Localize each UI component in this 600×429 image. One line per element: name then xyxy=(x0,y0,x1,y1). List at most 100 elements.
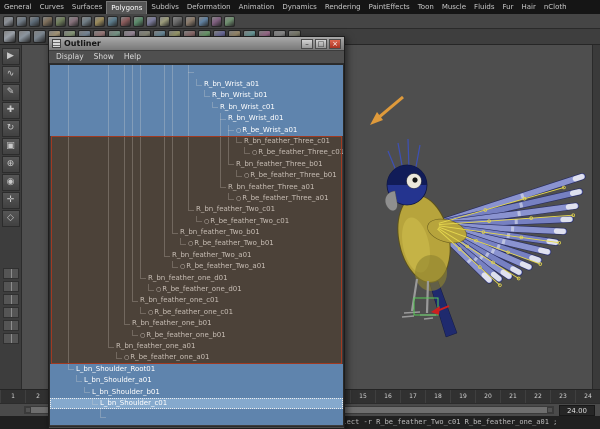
outliner-row[interactable]: L_bn_Shoulder_Root01 xyxy=(50,363,343,376)
outliner-row[interactable]: R_bn_feather_one_b01 xyxy=(50,318,343,330)
outliner-row[interactable]: ○R_be_feather_one_d01 xyxy=(50,284,343,296)
shelf-icon[interactable] xyxy=(33,30,46,43)
layout-outliner-persp[interactable] xyxy=(2,333,19,344)
layout-two-pane-stacked[interactable] xyxy=(2,307,19,318)
menu-animation[interactable]: Animation xyxy=(235,0,279,14)
menu-hair[interactable]: Hair xyxy=(517,0,539,14)
lasso-tool[interactable]: ∿ xyxy=(1,66,20,83)
shelf-icon[interactable] xyxy=(18,30,31,43)
close-button[interactable]: × xyxy=(329,38,341,49)
status-icon[interactable] xyxy=(94,15,105,27)
layout-single-pane[interactable] xyxy=(2,268,19,279)
outliner-row[interactable]: L_bn_Shoulder_c01 xyxy=(50,397,343,410)
frame-21[interactable]: 21 xyxy=(500,390,525,403)
outliner-row[interactable]: R_bn_feather_Two_b01 xyxy=(50,227,343,239)
outliner-row[interactable]: R_bn_feather_one_d01 xyxy=(50,272,343,285)
outliner-row[interactable]: R_bn_Wrist_c01 xyxy=(50,101,343,114)
scale-tool[interactable]: ▣ xyxy=(1,138,20,155)
status-icon[interactable] xyxy=(29,15,40,27)
menu-fur[interactable]: Fur xyxy=(499,0,518,14)
status-icon[interactable] xyxy=(224,15,235,27)
paint-select-tool[interactable]: ✎ xyxy=(1,84,20,101)
outliner-row[interactable]: R_bn_feather_one_c01 xyxy=(50,295,343,307)
status-icon[interactable] xyxy=(211,15,222,27)
status-icon[interactable] xyxy=(159,15,170,27)
menu-polygons[interactable]: Polygons xyxy=(106,0,148,14)
status-icon[interactable] xyxy=(81,15,92,27)
menu-general[interactable]: General xyxy=(0,0,36,14)
status-icon[interactable] xyxy=(120,15,131,27)
select-tool[interactable]: ▶ xyxy=(1,48,20,65)
status-icon[interactable] xyxy=(55,15,66,27)
menu-curves[interactable]: Curves xyxy=(36,0,68,14)
status-icon[interactable] xyxy=(42,15,53,27)
range-start-handle[interactable] xyxy=(25,407,31,413)
menu-subdivs[interactable]: Subdivs xyxy=(147,0,183,14)
range-end-handle[interactable] xyxy=(547,407,553,413)
outliner-row[interactable]: ○R_be_feather_Two_c01 xyxy=(50,215,343,228)
show-manips-tool[interactable]: ✛ xyxy=(1,192,20,209)
outliner-row[interactable]: ○R_be_feather_Three_c01 xyxy=(50,147,343,159)
outliner-row[interactable]: ○R_be_feather_one_a01 xyxy=(50,352,343,364)
outliner-window[interactable]: Outliner – □ × Display Show Help R_bn_Wrist_… xyxy=(48,36,345,429)
frame-18[interactable]: 18 xyxy=(425,390,450,403)
outliner-row[interactable]: ○R_be_feather_Three_a01 xyxy=(50,192,343,205)
panel-splitter[interactable] xyxy=(592,45,600,389)
layout-three-pane[interactable] xyxy=(2,320,19,331)
status-icon[interactable] xyxy=(3,15,14,27)
frame-16[interactable]: 16 xyxy=(375,390,400,403)
playback-end-field[interactable]: 24.00 xyxy=(559,405,595,416)
outliner-row[interactable]: ○R_be_feather_Three_b01 xyxy=(50,170,343,182)
status-icon[interactable] xyxy=(146,15,157,27)
outliner-row[interactable]: ○R_be_Wrist_a01 xyxy=(50,124,343,136)
status-icon[interactable] xyxy=(107,15,118,27)
outliner-row[interactable]: L_bn_Shoulder_a01 xyxy=(50,375,343,387)
outliner-menu-display[interactable]: Display xyxy=(51,51,89,63)
menu-deformation[interactable]: Deformation xyxy=(183,0,235,14)
outliner-row[interactable]: R_bn_feather_Three_b01 xyxy=(50,158,343,171)
outliner-row[interactable]: ○R_be_feather_Two_a01 xyxy=(50,261,343,273)
menu-surfaces[interactable]: Surfaces xyxy=(68,0,106,14)
menu-painteffects[interactable]: PaintEffects xyxy=(365,0,414,14)
frame-24[interactable]: 24 xyxy=(575,390,600,403)
outliner-row[interactable]: R_bn_feather_Three_a01 xyxy=(50,181,343,193)
rotate-tool[interactable]: ↻ xyxy=(1,120,20,137)
frame-20[interactable]: 20 xyxy=(475,390,500,403)
outliner-menu-help[interactable]: Help xyxy=(119,51,146,63)
outliner-row[interactable] xyxy=(50,409,343,426)
menu-fluids[interactable]: Fluids xyxy=(470,0,498,14)
frame-17[interactable]: 17 xyxy=(400,390,425,403)
minimize-button[interactable]: – xyxy=(301,38,313,49)
outliner-row[interactable]: R_bn_feather_one_a01 xyxy=(50,340,343,353)
move-tool[interactable]: ✚ xyxy=(1,102,20,119)
menu-rendering[interactable]: Rendering xyxy=(321,0,365,14)
outliner-row[interactable]: ○R_be_feather_Two_b01 xyxy=(50,238,343,250)
outliner-row[interactable]: R_bn_feather_Two_c01 xyxy=(50,204,343,216)
frame-15[interactable]: 15 xyxy=(350,390,375,403)
outliner-row[interactable]: R_bn_feather_Two_a01 xyxy=(50,249,343,262)
outliner-row[interactable]: ○R_be_feather_one_b01 xyxy=(50,329,343,341)
menu-muscle[interactable]: Muscle xyxy=(438,0,470,14)
universal-manip-tool[interactable]: ⊕ xyxy=(1,156,20,173)
frame-2[interactable]: 2 xyxy=(25,390,50,403)
outliner-row[interactable]: R_bn_Wrist_a01 xyxy=(50,79,343,91)
status-icon[interactable] xyxy=(172,15,183,27)
menu-toon[interactable]: Toon xyxy=(414,0,438,14)
outliner-tree[interactable]: R_bn_Wrist_a01 R_bn_Wrist_b01 R_bn_Wrist_c… xyxy=(49,64,344,427)
outliner-row[interactable]: L_bn_Shoulder_b01 xyxy=(50,386,343,398)
last-tool[interactable]: ◇ xyxy=(1,210,20,227)
outliner-row[interactable]: R_bn_Wrist_b01 xyxy=(50,90,343,102)
menu-ncloth[interactable]: nCloth xyxy=(540,0,571,14)
shelf-icon[interactable] xyxy=(3,30,16,43)
status-icon[interactable] xyxy=(185,15,196,27)
layout-two-pane-side[interactable] xyxy=(2,294,19,305)
status-icon[interactable] xyxy=(198,15,209,27)
status-icon[interactable] xyxy=(133,15,144,27)
frame-19[interactable]: 19 xyxy=(450,390,475,403)
frame-22[interactable]: 22 xyxy=(525,390,550,403)
maximize-button[interactable]: □ xyxy=(315,38,327,49)
outliner-row[interactable]: R_bn_feather_Three_c01 xyxy=(50,135,343,148)
frame-1[interactable]: 1 xyxy=(0,390,25,403)
outliner-row[interactable]: ○R_be_feather_one_c01 xyxy=(50,306,343,319)
outliner-title-bar[interactable]: Outliner – □ × xyxy=(49,37,344,51)
